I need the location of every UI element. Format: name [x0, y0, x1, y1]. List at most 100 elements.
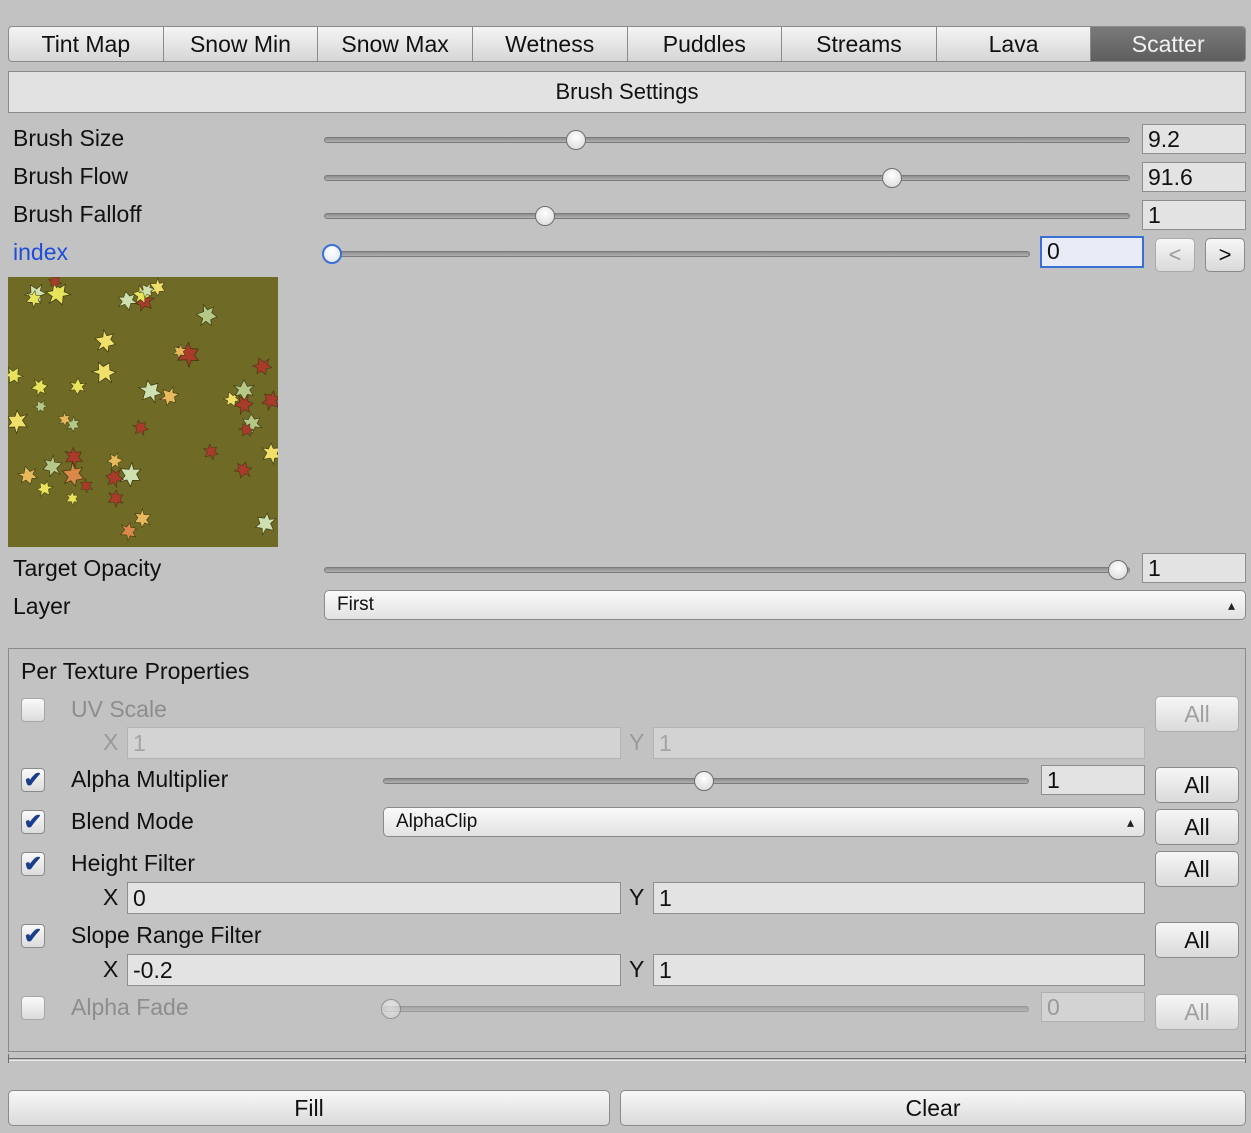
target-opacity-field[interactable]: 1 — [1142, 553, 1246, 583]
brush-size-slider[interactable] — [324, 137, 1130, 143]
target-opacity-slider-thumb[interactable] — [1108, 560, 1128, 580]
leaf-shape — [30, 378, 49, 397]
leaf-shape — [36, 480, 54, 498]
alpha-fade-all-button[interactable]: All — [1155, 994, 1239, 1030]
target-opacity-label: Target Opacity — [13, 555, 162, 581]
leaf-shape — [69, 377, 87, 395]
brush-size-label: Brush Size — [13, 125, 125, 151]
uv-scale-y-field[interactable]: 1 — [653, 727, 1145, 759]
alpha-fade-checkbox[interactable] — [21, 996, 45, 1020]
blend-mode-label: Blend Mode — [71, 808, 194, 834]
index-label: index — [13, 239, 68, 265]
leaf-shape — [202, 443, 219, 461]
layer-select[interactable]: First ▴ — [324, 590, 1246, 620]
alpha-multiplier-slider-thumb[interactable] — [694, 771, 714, 791]
tab-scatter[interactable]: Scatter — [1091, 27, 1245, 61]
brush-falloff-slider[interactable] — [324, 213, 1130, 219]
leaf-shape — [261, 390, 278, 412]
index-prev-button[interactable]: < — [1155, 238, 1195, 272]
uv-scale-y-label: Y — [629, 729, 645, 755]
height-filter-y-label: Y — [629, 884, 645, 910]
uv-scale-x-field[interactable]: 1 — [127, 727, 621, 759]
checkmark-icon: ✔ — [23, 767, 43, 792]
height-filter-checkbox[interactable]: ✔ — [21, 851, 45, 876]
leaf-shape — [42, 454, 63, 478]
checkmark-icon: ✔ — [23, 809, 43, 834]
checkmark-icon: ✔ — [23, 923, 43, 948]
slope-range-filter-checkbox[interactable]: ✔ — [21, 923, 45, 948]
target-opacity-slider[interactable] — [324, 567, 1130, 573]
alpha-fade-slider[interactable] — [383, 1006, 1029, 1012]
height-filter-all-button[interactable]: All — [1155, 851, 1239, 887]
brush-falloff-slider-thumb[interactable] — [535, 206, 555, 226]
brush-flow-field[interactable]: 91.6 — [1142, 162, 1246, 192]
leaf-shape — [118, 461, 142, 488]
blend-mode-select[interactable]: AlphaClip ▴ — [383, 807, 1145, 837]
brush-flow-slider-thumb[interactable] — [882, 168, 903, 188]
slope-range-filter-x-label: X — [103, 956, 119, 982]
tab-bar: Tint Map Snow Min Snow Max Wetness Puddl… — [8, 26, 1246, 62]
height-filter-label: Height Filter — [71, 850, 195, 876]
slope-range-filter-label: Slope Range Filter — [71, 922, 262, 948]
tab-wetness[interactable]: Wetness — [473, 27, 628, 61]
tab-snow-max[interactable]: Snow Max — [318, 27, 473, 61]
clear-button[interactable]: Clear — [620, 1090, 1246, 1126]
index-field[interactable]: 0 — [1040, 236, 1144, 268]
slope-range-filter-all-button[interactable]: All — [1155, 922, 1239, 958]
tab-lava[interactable]: Lava — [937, 27, 1092, 61]
alpha-multiplier-all-button[interactable]: All — [1155, 767, 1239, 803]
uv-scale-x-label: X — [103, 729, 119, 755]
height-filter-x-field[interactable]: 0 — [127, 882, 621, 914]
per-texture-title: Per Texture Properties — [21, 658, 250, 684]
leaf-shape — [195, 303, 218, 327]
index-next-button[interactable]: > — [1205, 238, 1245, 272]
alpha-multiplier-checkbox[interactable]: ✔ — [21, 767, 45, 792]
tab-streams[interactable]: Streams — [782, 27, 937, 61]
leaf-shape — [134, 507, 152, 529]
brush-falloff-field[interactable]: 1 — [1142, 200, 1246, 230]
leaf-shape — [158, 385, 180, 407]
tab-snow-min[interactable]: Snow Min — [164, 27, 319, 61]
blend-mode-all-button[interactable]: All — [1155, 809, 1239, 845]
alpha-fade-slider-thumb[interactable] — [381, 999, 401, 1019]
leaf-shape — [107, 489, 124, 509]
brush-size-field[interactable]: 9.2 — [1142, 124, 1246, 154]
leaf-shape — [8, 366, 25, 385]
slope-range-filter-x-field[interactable]: -0.2 — [127, 954, 621, 986]
leaf-shape — [8, 409, 28, 435]
alpha-fade-label: Alpha Fade — [71, 994, 189, 1020]
fill-button[interactable]: Fill — [8, 1090, 610, 1126]
alpha-multiplier-label: Alpha Multiplier — [71, 766, 229, 792]
tab-tint-map[interactable]: Tint Map — [9, 27, 164, 61]
leaf-shape — [106, 451, 124, 469]
leaf-scatter-image — [8, 277, 278, 542]
brush-falloff-label: Brush Falloff — [13, 201, 142, 227]
checkmark-icon: ✔ — [23, 851, 43, 876]
index-slider[interactable] — [324, 251, 1030, 257]
leaf-shape — [16, 465, 38, 485]
alpha-multiplier-field[interactable]: 1 — [1041, 765, 1145, 795]
leaf-shape — [233, 461, 253, 479]
leaf-shape — [119, 521, 137, 542]
tab-puddles[interactable]: Puddles — [628, 27, 783, 61]
per-texture-panel: Per Texture Properties UV Scale All X 1 … — [8, 648, 1246, 1052]
slope-range-filter-y-field[interactable]: 1 — [653, 954, 1145, 986]
blend-mode-checkbox[interactable]: ✔ — [21, 809, 45, 834]
layer-select-value: First — [337, 594, 374, 615]
leaf-shape — [131, 419, 149, 437]
brush-settings-header: Brush Settings — [8, 71, 1246, 113]
uv-scale-all-button[interactable]: All — [1155, 696, 1239, 732]
leaf-shape — [232, 379, 256, 401]
brush-flow-label: Brush Flow — [13, 163, 129, 189]
height-filter-x-label: X — [103, 884, 119, 910]
index-slider-thumb[interactable] — [322, 244, 342, 264]
leaf-shape — [251, 357, 273, 375]
blend-mode-value: AlphaClip — [396, 811, 478, 832]
leaf-shape — [254, 512, 277, 536]
separator — [8, 1054, 1246, 1063]
height-filter-y-field[interactable]: 1 — [653, 882, 1145, 914]
brush-flow-slider[interactable] — [324, 175, 1130, 181]
brush-size-slider-thumb[interactable] — [565, 130, 586, 150]
alpha-fade-field[interactable]: 0 — [1041, 992, 1145, 1022]
uv-scale-checkbox[interactable] — [21, 698, 45, 722]
